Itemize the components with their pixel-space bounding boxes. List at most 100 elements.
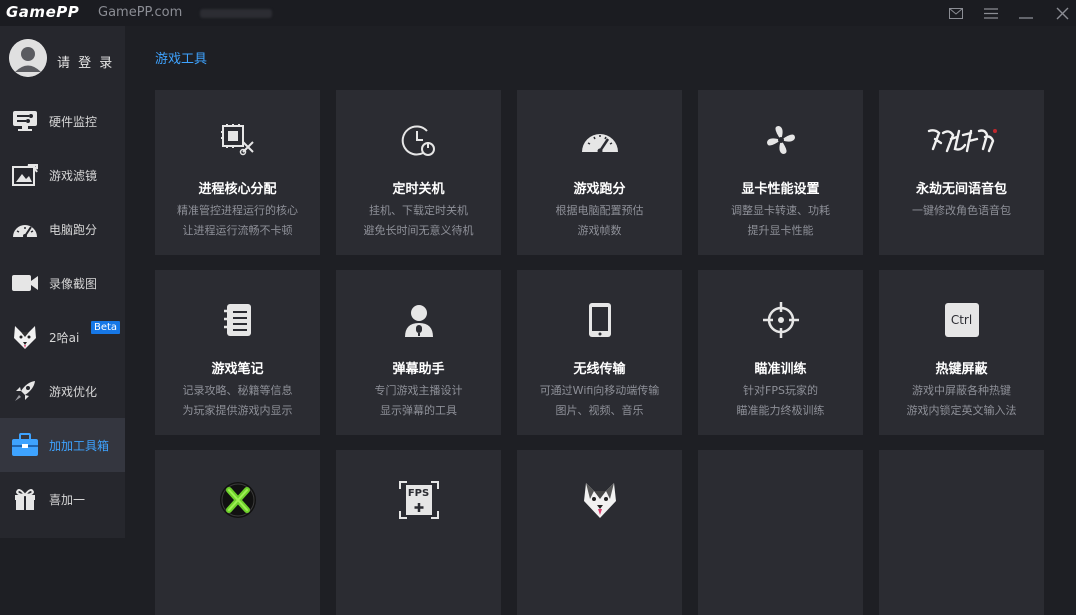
video-camera-icon	[11, 269, 39, 297]
crosshair-icon	[698, 300, 863, 340]
sidebar-item-husky-ai[interactable]: 2哈ai Beta	[0, 310, 125, 364]
tool-card-timer-shutdown[interactable]: 定时关机 挂机、下载定时关机 避免长时间无意义待机	[336, 90, 501, 255]
close-icon	[1056, 7, 1068, 19]
husky-icon	[11, 323, 39, 351]
sidebar: 请 登 录 硬件监控 游戏滤镜 电脑跑分 录像截图 2哈ai Beta 游戏优化…	[0, 26, 125, 538]
card-title: 无线传输	[573, 362, 626, 377]
app-logo: GamePP	[6, 3, 80, 21]
blurred-info	[200, 9, 272, 18]
card-desc: 精准管控进程运行的核心	[177, 204, 298, 217]
sidebar-item-label: 硬件监控	[49, 115, 98, 129]
tool-card-naraka-voice[interactable]: 永劫无间语音包 一键修改角色语音包	[879, 90, 1044, 255]
card-title: 游戏笔记	[211, 362, 264, 377]
card-title: 瞄准训练	[754, 362, 807, 377]
naraka-logo-icon	[879, 120, 1044, 160]
site-url: GamePP.com	[98, 5, 183, 20]
sidebar-item-hardware-monitor[interactable]: 硬件监控	[0, 94, 125, 148]
beta-badge: Beta	[91, 321, 121, 334]
sidebar-item-benchmark[interactable]: 电脑跑分	[0, 202, 125, 256]
gauge-icon	[517, 120, 682, 160]
login-label[interactable]: 请 登 录	[57, 52, 114, 71]
card-title: 显卡性能设置	[741, 182, 820, 197]
streamer-icon	[336, 300, 501, 340]
tool-card-empty	[698, 450, 863, 615]
sidebar-item-toolbox[interactable]: 加加工具箱	[0, 418, 125, 472]
tool-card-game-notes[interactable]: 游戏笔记 记录攻略、秘籍等信息 为玩家提供游戏内显示	[155, 270, 320, 435]
card-desc: 专门游戏主播设计	[374, 384, 463, 397]
fps-plus-icon: FPS	[336, 480, 501, 520]
card-desc: 可通过Wifi向移动端传输	[539, 384, 660, 397]
sidebar-item-label: 录像截图	[49, 277, 98, 291]
tool-card-aim-training[interactable]: 瞄准训练 针对FPS玩家的 瞄准能力终极训练	[698, 270, 863, 435]
card-desc: 调整显卡转速、功耗	[731, 204, 830, 217]
title-bar: GamePP GamePP.com	[0, 0, 1076, 26]
tool-card-fps[interactable]: FPS	[336, 450, 501, 615]
card-desc: 显示弹幕的工具	[380, 404, 457, 417]
tool-card-wireless-transfer[interactable]: 无线传输 可通过Wifi向移动端传输 图片、视频、音乐	[517, 270, 682, 435]
card-desc: 游戏中屏蔽各种热键	[912, 384, 1011, 397]
mail-button[interactable]	[945, 3, 967, 23]
toolbox-icon	[11, 431, 39, 459]
speedometer-icon	[11, 215, 39, 243]
sidebar-item-label: 加加工具箱	[49, 439, 110, 453]
game-filter-icon	[11, 161, 39, 189]
card-desc: 瞄准能力终极训练	[736, 404, 825, 417]
card-desc: 游戏帧数	[577, 224, 622, 237]
card-desc: 一键修改角色语音包	[912, 204, 1011, 217]
sidebar-item-label: 电脑跑分	[49, 223, 98, 237]
card-desc: 根据电脑配置预估	[555, 204, 644, 217]
xbox-logo-icon	[155, 480, 320, 520]
sidebar-item-label: 游戏优化	[49, 385, 98, 399]
minimize-button[interactable]	[1015, 3, 1037, 23]
tool-card-hotkey-block[interactable]: Ctrl 热键屏蔽 游戏中屏蔽各种热键 游戏内锁定英文输入法	[879, 270, 1044, 435]
card-title: 进程核心分配	[198, 182, 277, 197]
card-desc: 游戏内锁定英文输入法	[906, 404, 1017, 417]
sidebar-item-recording[interactable]: 录像截图	[0, 256, 125, 310]
card-desc: 提升显卡性能	[747, 224, 814, 237]
husky-face-icon	[517, 480, 682, 520]
card-desc: 针对FPS玩家的	[743, 384, 818, 397]
minimize-icon	[1019, 16, 1033, 19]
sidebar-item-game-filter[interactable]: 游戏滤镜	[0, 148, 125, 202]
card-desc: 为玩家提供游戏内显示	[182, 404, 293, 417]
user-login[interactable]: 请 登 录	[0, 26, 125, 90]
mail-icon	[949, 7, 963, 19]
tool-card-danmaku[interactable]: 弹幕助手 专门游戏主播设计 显示弹幕的工具	[336, 270, 501, 435]
sidebar-item-gift[interactable]: 喜加一	[0, 472, 125, 526]
phone-icon	[517, 300, 682, 340]
timer-power-icon	[336, 120, 501, 160]
fps-label: FPS	[407, 488, 430, 499]
tool-card-xbox[interactable]	[155, 450, 320, 615]
menu-button[interactable]	[980, 3, 1002, 23]
card-title: 热键屏蔽	[935, 362, 988, 377]
tool-card-husky[interactable]	[517, 450, 682, 615]
card-title: 永劫无间语音包	[915, 182, 1007, 197]
tool-card-process-core[interactable]: 进程核心分配 精准管控进程运行的核心 让进程运行流畅不卡顿	[155, 90, 320, 255]
card-title: 弹幕助手	[392, 362, 445, 377]
close-button[interactable]	[1051, 3, 1073, 23]
card-title: 定时关机	[392, 182, 445, 197]
ctrl-key-icon: Ctrl	[879, 300, 1044, 340]
ctrl-key-label: Ctrl	[944, 303, 979, 337]
card-desc: 挂机、下载定时关机	[369, 204, 468, 217]
cpu-core-icon	[155, 120, 320, 160]
section-title: 游戏工具	[155, 52, 208, 67]
sidebar-nav: 硬件监控 游戏滤镜 电脑跑分 录像截图 2哈ai Beta 游戏优化 加加工具箱…	[0, 94, 125, 526]
main-content: 游戏工具 进程核心分配 精准管控进程运行的核心 让进程运行流畅不卡顿 定时关机 …	[125, 26, 1076, 615]
rocket-icon	[11, 377, 39, 405]
card-title: 游戏跑分	[573, 182, 626, 197]
fan-icon	[698, 120, 863, 160]
sidebar-item-game-optimize[interactable]: 游戏优化	[0, 364, 125, 418]
tool-card-empty	[879, 450, 1044, 615]
card-desc: 避免长时间无意义待机	[363, 224, 474, 237]
avatar[interactable]	[9, 39, 47, 77]
gift-icon	[11, 485, 39, 513]
menu-icon	[984, 7, 998, 19]
sidebar-item-label: 喜加一	[49, 493, 86, 507]
hardware-monitor-icon	[11, 107, 39, 135]
tool-card-gpu-performance[interactable]: 显卡性能设置 调整显卡转速、功耗 提升显卡性能	[698, 90, 863, 255]
sidebar-item-label: 游戏滤镜	[49, 169, 98, 183]
notebook-icon	[155, 300, 320, 340]
card-desc: 让进程运行流畅不卡顿	[182, 224, 293, 237]
tool-card-game-benchmark[interactable]: 游戏跑分 根据电脑配置预估 游戏帧数	[517, 90, 682, 255]
